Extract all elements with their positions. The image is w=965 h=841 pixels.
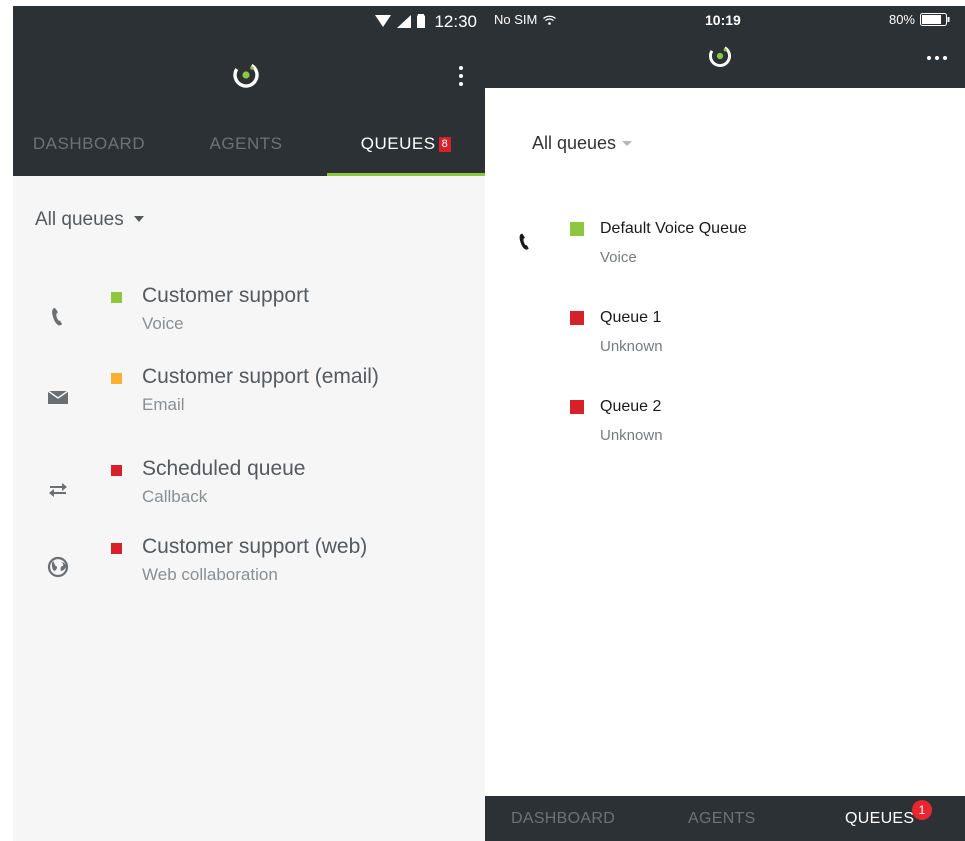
wifi-icon: [375, 14, 391, 27]
more-dots-icon[interactable]: [927, 56, 947, 60]
tab-label: DASHBOARD: [32, 134, 146, 153]
battery-percentage: 80%: [888, 12, 915, 27]
tab-dashboard[interactable]: DASHBOARD: [511, 810, 615, 828]
tab-agents[interactable]: AGENTS: [688, 810, 756, 828]
wifi-icon: [543, 15, 557, 25]
envelope-icon: [47, 390, 69, 404]
app-logo-icon: [233, 62, 259, 88]
tab-dashboard[interactable]: DASHBOARD: [13, 96, 165, 176]
tab-label: QUEUES: [360, 134, 436, 153]
queue-list-item[interactable]: Queue 2 Unknown: [485, 398, 965, 460]
phone-icon: [519, 233, 529, 250]
queue-name: Customer support (email): [142, 365, 379, 388]
active-tab-indicator: [327, 173, 485, 176]
tab-queues[interactable]: QUEUES 8: [327, 96, 485, 176]
queue-name: Customer support: [142, 284, 309, 307]
ios-status-time: 10:19: [705, 12, 741, 28]
battery-icon: [417, 14, 425, 28]
queue-list-item[interactable]: Queue 1 Unknown: [485, 309, 965, 371]
android-app-screen: 12:30 DASHBOARD AGENTS QUEUES 8 All queue…: [13, 6, 485, 841]
queues-count-badge: 8: [438, 137, 452, 152]
queue-type: Voice: [142, 314, 184, 333]
queue-type: Email: [142, 395, 185, 414]
phone-icon: [52, 308, 62, 326]
queue-name: Queue 1: [600, 309, 662, 326]
ios-status-carrier: No SIM: [494, 12, 557, 27]
queue-status-indicator: [111, 543, 122, 554]
queue-status-indicator: [570, 311, 584, 325]
queue-status-indicator: [111, 465, 122, 476]
queue-name: Queue 2: [600, 398, 662, 415]
queue-filter-dropdown[interactable]: All queues: [532, 133, 633, 154]
app-logo-icon: [708, 44, 732, 68]
queue-list-item[interactable]: Customer support Voice: [13, 284, 485, 362]
queue-status-indicator: [111, 373, 122, 384]
battery-icon: [920, 13, 950, 26]
android-status-bar: 12:30: [13, 6, 485, 36]
globe-icon: [47, 556, 69, 578]
queue-type: Unknown: [600, 338, 663, 355]
queue-type: Unknown: [600, 427, 663, 444]
queue-list-item[interactable]: Customer support (web) Web collaboration: [13, 535, 485, 613]
tab-queues[interactable]: QUEUES: [845, 810, 914, 828]
queues-count-badge: 1: [912, 800, 932, 820]
queue-type: Web collaboration: [142, 565, 278, 584]
ios-header: No SIM 10:19 80%: [485, 6, 965, 88]
queue-list-item[interactable]: Scheduled queue Callback: [13, 457, 485, 535]
queue-name: Default Voice Queue: [600, 220, 747, 237]
queue-name: Scheduled queue: [142, 457, 306, 480]
carrier-label: No SIM: [494, 12, 538, 27]
ios-app-screen: No SIM 10:19 80% All queues Default Voic…: [485, 6, 965, 841]
queue-filter-dropdown[interactable]: All queues: [35, 209, 144, 231]
queue-status-indicator: [570, 222, 584, 236]
queue-name: Customer support (web): [142, 535, 368, 558]
caret-down-icon: [622, 141, 633, 146]
android-tab-bar: DASHBOARD AGENTS QUEUES 8: [13, 96, 485, 176]
queue-list-item[interactable]: Customer support (email) Email: [13, 365, 485, 443]
queue-filter-label: All queues: [532, 133, 617, 153]
signal-icon: [397, 14, 411, 28]
overflow-menu-icon[interactable]: [455, 66, 467, 92]
queue-filter-label: All queues: [35, 209, 124, 230]
android-app-bar: [13, 36, 485, 96]
ios-tab-bar: DASHBOARD AGENTS QUEUES 1: [485, 796, 965, 841]
callback-arrows-icon: [49, 483, 67, 497]
tab-label: AGENTS: [209, 134, 283, 153]
queue-type: Callback: [142, 487, 208, 506]
queue-status-indicator: [570, 400, 584, 414]
tab-agents[interactable]: AGENTS: [165, 96, 327, 176]
android-status-time: 12:30: [434, 12, 477, 31]
queue-status-indicator: [111, 292, 122, 303]
queue-type: Voice: [600, 249, 637, 266]
queue-list-item[interactable]: Default Voice Queue Voice: [485, 220, 965, 282]
caret-down-icon: [133, 216, 144, 222]
